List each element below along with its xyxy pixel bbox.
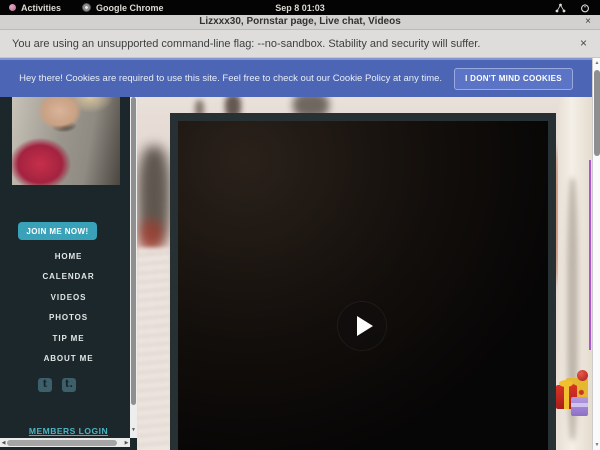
browser-infobar: You are using an unsupported command-lin… bbox=[0, 30, 600, 58]
gift-widget[interactable] bbox=[552, 366, 592, 422]
sidebar: JOIN ME NOW! HOME CALENDAR VIDEOS PHOTOS… bbox=[0, 58, 137, 450]
sidebar-item-videos[interactable]: VIDEOS bbox=[0, 293, 137, 302]
scrollbar-thumb[interactable] bbox=[594, 70, 600, 156]
page-viewport: JOIN ME NOW! HOME CALENDAR VIDEOS PHOTOS… bbox=[0, 58, 600, 450]
desktop-screen: Activities Google Chrome Sep 8 01:03 Liz… bbox=[0, 0, 600, 450]
widget-edge-divider bbox=[589, 160, 591, 350]
sidebar-item-photos[interactable]: PHOTOS bbox=[0, 313, 137, 322]
scroll-down-icon[interactable]: ▼ bbox=[593, 442, 600, 448]
play-button[interactable] bbox=[338, 302, 386, 350]
tab-close-icon[interactable]: × bbox=[585, 16, 591, 27]
play-icon bbox=[357, 316, 373, 336]
join-me-now-button[interactable]: JOIN ME NOW! bbox=[18, 222, 97, 240]
scroll-left-icon[interactable]: ◀ bbox=[0, 440, 7, 446]
profile-photo[interactable] bbox=[12, 90, 120, 185]
scroll-right-icon[interactable]: ▶ bbox=[123, 440, 130, 446]
twitter-icon[interactable]: t. bbox=[62, 378, 76, 392]
sidebar-horizontal-scrollbar[interactable]: ◀ ▶ bbox=[0, 438, 130, 447]
clock[interactable]: Sep 8 01:03 bbox=[0, 3, 600, 13]
gift-icon bbox=[571, 397, 588, 416]
page-vertical-scrollbar[interactable]: ▲ ▼ bbox=[592, 58, 600, 450]
scrollbar-thumb[interactable] bbox=[7, 440, 117, 446]
sidebar-item-calendar[interactable]: CALENDAR bbox=[0, 272, 137, 281]
tab-title[interactable]: Lizxxx30, Pornstar page, Live chat, Vide… bbox=[0, 16, 600, 27]
sidebar-item-tip-me[interactable]: TIP ME bbox=[0, 334, 137, 343]
power-icon[interactable] bbox=[580, 3, 590, 13]
sidebar-item-home[interactable]: HOME bbox=[0, 252, 137, 261]
infobar-close-icon[interactable]: × bbox=[580, 36, 587, 50]
video-player[interactable] bbox=[170, 113, 556, 450]
scrollbar-thumb[interactable] bbox=[131, 97, 136, 405]
cookie-accept-button[interactable]: I DON'T MIND COOKIES bbox=[454, 68, 573, 90]
network-icon[interactable] bbox=[555, 3, 566, 13]
gift-ball-icon bbox=[577, 370, 588, 381]
cookie-banner: Hey there! Cookies are required to use t… bbox=[0, 58, 592, 97]
infobar-message: You are using an unsupported command-lin… bbox=[0, 38, 480, 50]
sidebar-item-about-me[interactable]: ABOUT ME bbox=[0, 354, 137, 363]
members-login-link[interactable]: MEMBERS LOGIN bbox=[0, 426, 137, 436]
cookie-message: Hey there! Cookies are required to use t… bbox=[19, 73, 442, 84]
system-top-bar: Activities Google Chrome Sep 8 01:03 bbox=[0, 0, 600, 15]
scroll-down-icon[interactable]: ▼ bbox=[130, 427, 137, 433]
sidebar-vertical-scrollbar[interactable]: ▼ bbox=[130, 58, 137, 438]
scroll-up-icon[interactable]: ▲ bbox=[593, 60, 600, 66]
twitter-icon[interactable]: t bbox=[38, 378, 52, 392]
browser-tab-bar: Lizxxx30, Pornstar page, Live chat, Vide… bbox=[0, 15, 600, 30]
